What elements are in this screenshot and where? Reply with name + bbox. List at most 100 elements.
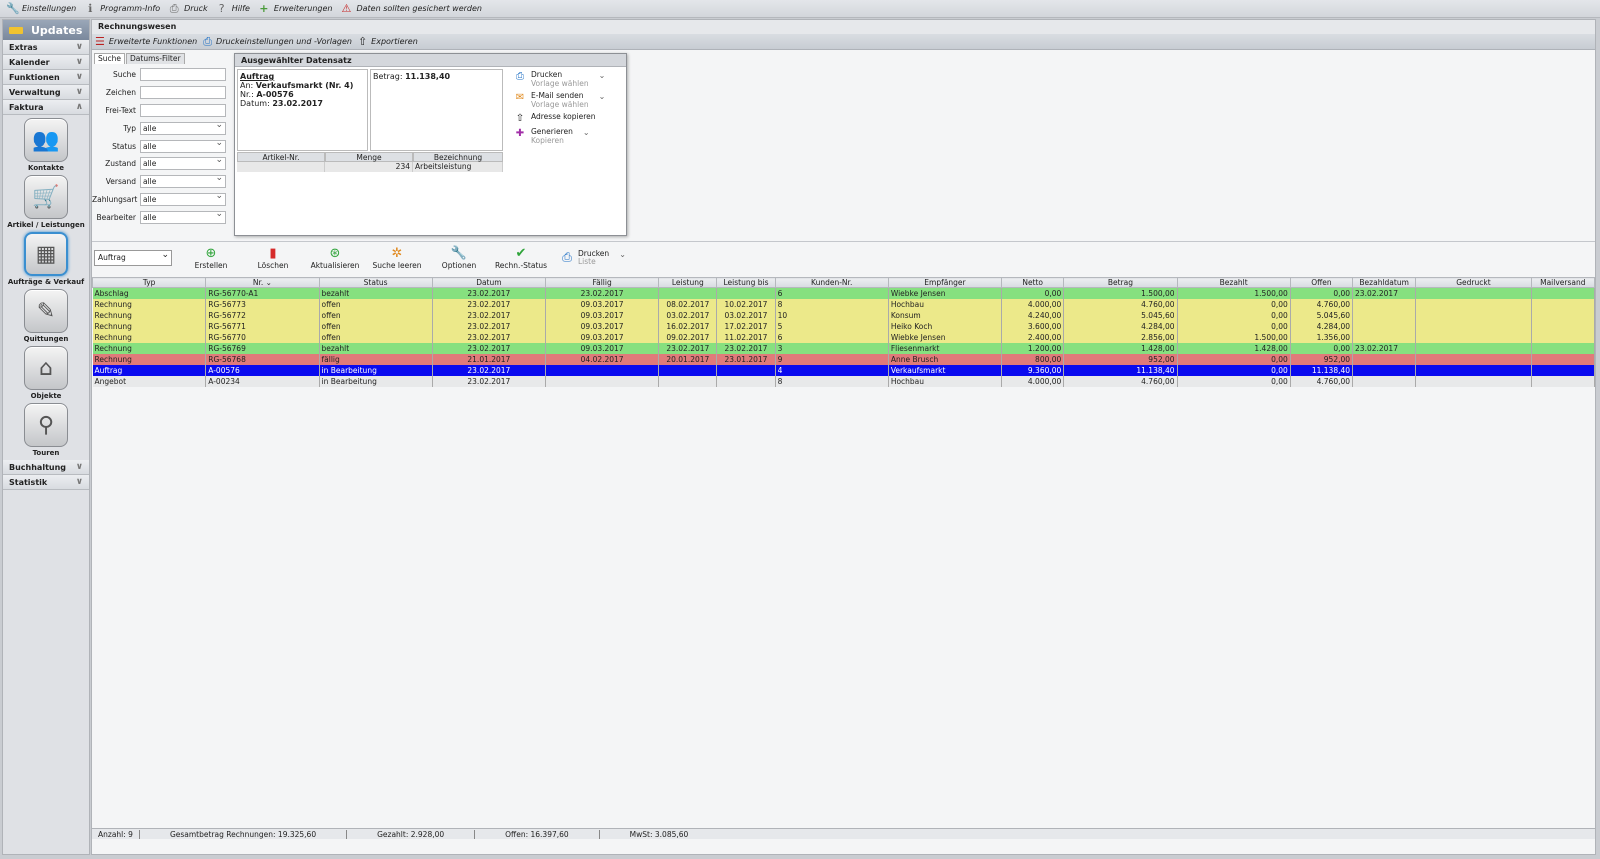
- col-menge[interactable]: Menge: [325, 152, 413, 162]
- table-cell: 20.01.2017: [658, 353, 718, 365]
- column-header[interactable]: Bezahldatum: [1352, 277, 1417, 288]
- status-select[interactable]: alle: [140, 138, 226, 153]
- chevron-down-icon[interactable]: ⌄: [619, 250, 626, 259]
- column-header[interactable]: Leistung bis: [716, 277, 776, 288]
- column-header[interactable]: Bezahlt: [1176, 277, 1291, 288]
- column-header[interactable]: Datum: [431, 277, 547, 288]
- column-header[interactable]: Netto: [1001, 277, 1065, 288]
- menu-programm-info[interactable]: ℹ Programm-Info: [84, 2, 160, 15]
- filter-row: Bearbeiter alle: [92, 208, 234, 226]
- bearbeiter-select[interactable]: alle: [140, 209, 226, 224]
- column-header[interactable]: Status: [318, 277, 433, 288]
- tile-kontakte[interactable]: 👥 Kontakte: [3, 118, 89, 172]
- menu-erweiterungen[interactable]: + Erweiterungen: [258, 2, 332, 15]
- table-cell: 23.02.2017: [432, 320, 547, 332]
- section-label: Faktura: [9, 102, 44, 112]
- optionen-button[interactable]: 🔧 Optionen: [428, 246, 490, 270]
- table-row[interactable]: Abschlag RG-56770-A1 bezahlt 23.02.2017 23.0…: [92, 287, 1596, 299]
- table-cell: Wiebke Jensen: [888, 331, 1003, 343]
- sidebar-section-statistik[interactable]: Statistik ∨: [3, 475, 89, 490]
- page-title: Rechnungswesen: [92, 20, 1595, 34]
- generieren-action[interactable]: ✚ Generieren Kopieren ⌄: [513, 127, 623, 145]
- drucken-liste-button[interactable]: ⎙ Drucken Liste ⌄: [560, 249, 626, 267]
- freitext-input[interactable]: [140, 103, 226, 117]
- tile-artikel[interactable]: 🛒 Artikel / Leistungen: [3, 175, 89, 229]
- aktualisieren-button[interactable]: ⊛ Aktualisieren: [304, 246, 366, 270]
- column-header[interactable]: Offen: [1289, 277, 1354, 288]
- adresse-kopieren-action[interactable]: ⇧ Adresse kopieren: [513, 112, 623, 124]
- chevron-down-icon[interactable]: ⌄: [599, 71, 606, 80]
- table-row[interactable]: Angebot A-00234 in Bearbeitung 23.02.2017 8 H…: [92, 375, 1596, 387]
- table-row[interactable]: Rechnung RG-56772 offen 23.02.2017 09.03.201…: [92, 309, 1596, 321]
- suche-leeren-button[interactable]: ✲ Suche leeren: [366, 246, 428, 270]
- col-bezeichnung[interactable]: Bezeichnung: [413, 152, 503, 162]
- upload-icon: ⇧: [515, 113, 525, 124]
- menu-druck[interactable]: ⎙ Druck: [168, 2, 208, 15]
- sidebar-section-kalender[interactable]: Kalender ∨: [3, 55, 89, 70]
- table-row[interactable]: Rechnung RG-56770 offen 23.02.2017 09.03.201…: [92, 331, 1596, 343]
- updates-header[interactable]: Updates: [3, 20, 89, 40]
- drucken-action[interactable]: ⎙ Drucken Vorlage wählen ⌄: [513, 70, 623, 88]
- doc-type[interactable]: Auftrag: [240, 72, 365, 81]
- rechn-status-button[interactable]: ✔ Rechn.-Status: [490, 246, 552, 270]
- table-row[interactable]: Rechnung RG-56768 fällig 21.01.2017 04.02.20…: [92, 353, 1596, 365]
- table-cell: 1.500,00: [1177, 287, 1291, 299]
- table-row[interactable]: 234 Arbeitsleistung: [237, 162, 503, 172]
- table-row[interactable]: Rechnung RG-56773 offen 23.02.2017 09.03.201…: [92, 298, 1596, 310]
- erweiterte-funktionen-button[interactable]: ☰ Erweiterte Funktionen: [95, 35, 197, 48]
- betrag-label: Betrag:: [373, 72, 403, 81]
- sidebar-section-extras[interactable]: Extras ∨: [3, 40, 89, 55]
- sidebar-section-buchhaltung[interactable]: Buchhaltung ∨: [3, 460, 89, 475]
- column-header[interactable]: Mailversand: [1530, 277, 1596, 288]
- zeichen-input[interactable]: [140, 86, 226, 100]
- column-header[interactable]: Typ: [91, 277, 207, 288]
- sidebar-section-funktionen[interactable]: Funktionen ∨: [3, 70, 89, 85]
- filter-row: Frei-Text: [92, 102, 234, 120]
- zahlungsart-select[interactable]: alle: [140, 191, 226, 206]
- versand-select[interactable]: alle: [140, 173, 226, 189]
- tile-objekte[interactable]: ⌂ Objekte: [3, 346, 89, 400]
- table-cell: 11.138,40: [1290, 364, 1354, 376]
- column-header[interactable]: Kunden-Nr.: [774, 277, 889, 288]
- chevron-down-icon: ∨: [75, 462, 83, 472]
- column-header[interactable]: Betrag: [1063, 277, 1178, 288]
- tab-suche[interactable]: Suche: [94, 53, 126, 64]
- chevron-down-icon[interactable]: ⌄: [583, 128, 590, 137]
- tile-auftraege[interactable]: ▦ Aufträge & Verkauf: [3, 232, 89, 286]
- typ-select[interactable]: alle: [140, 120, 226, 135]
- table-cell: [1415, 298, 1532, 310]
- tile-touren[interactable]: ⚲ Touren: [3, 403, 89, 457]
- backup-warning[interactable]: ⚠ Daten sollten gesichert werden: [340, 2, 482, 15]
- menu-einstellungen[interactable]: 🔧 Einstellungen: [6, 2, 76, 15]
- column-header[interactable]: Leistung: [658, 277, 718, 288]
- chevron-up-icon: ∧: [75, 102, 83, 112]
- column-header[interactable]: Fällig: [544, 277, 660, 288]
- section-label: Extras: [9, 42, 38, 52]
- table-cell: [1415, 364, 1532, 376]
- erstellen-button[interactable]: ⊕ Erstellen: [180, 246, 242, 270]
- table-row[interactable]: Auftrag A-00576 in Bearbeitung 23.02.2017 4 V…: [92, 364, 1596, 376]
- druckeinstellungen-button[interactable]: ⎙ Druckeinstellungen und -Vorlagen: [203, 35, 352, 49]
- sidebar-section-faktura[interactable]: Faktura ∧: [3, 100, 89, 115]
- table-cell: [658, 287, 718, 299]
- table-row[interactable]: Rechnung RG-56769 bezahlt 23.02.2017 09.03.2…: [92, 342, 1596, 354]
- column-header[interactable]: Empfänger: [887, 277, 1003, 288]
- doc-type-select[interactable]: Auftrag: [94, 248, 172, 266]
- chevron-down-icon[interactable]: ⌄: [599, 92, 606, 101]
- sidebar-section-verwaltung[interactable]: Verwaltung ∨: [3, 85, 89, 100]
- exportieren-button[interactable]: ⇧ Exportieren: [358, 35, 418, 48]
- tile-quittungen[interactable]: ✎ Quittungen: [3, 289, 89, 343]
- top-menu-bar: 🔧 Einstellungen ℹ Programm-Info ⎙ Druck ? Hi…: [0, 0, 1600, 18]
- loeschen-button[interactable]: ▮ Löschen: [242, 246, 304, 270]
- column-header[interactable]: Nr. ⌄: [205, 277, 320, 288]
- table-row[interactable]: Rechnung RG-56771 offen 23.02.2017 09.03.201…: [92, 320, 1596, 332]
- zustand-select[interactable]: alle: [140, 155, 226, 171]
- column-header[interactable]: Gedruckt: [1415, 277, 1532, 288]
- menu-hilfe[interactable]: ? Hilfe: [216, 2, 250, 15]
- search-input[interactable]: [140, 68, 226, 82]
- tab-datums-filter[interactable]: Datums-Filter: [126, 53, 185, 64]
- filter-row: Zeichen: [92, 84, 234, 102]
- col-artikel-nr[interactable]: Artikel-Nr.: [237, 152, 325, 162]
- email-action[interactable]: ✉ E-Mail senden Vorlage wählen ⌄: [513, 91, 623, 109]
- table-cell: 4.760,00: [1290, 375, 1354, 387]
